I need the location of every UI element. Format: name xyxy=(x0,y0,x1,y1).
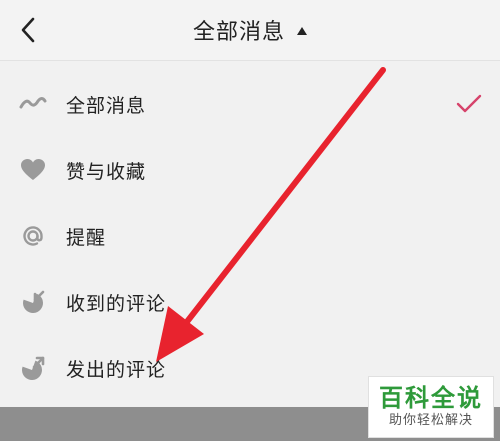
message-filter-menu: 全部消息 赞与收藏 提醒 收到的评论 发出的评论 xyxy=(0,61,500,406)
comment-sent-icon xyxy=(18,353,48,383)
watermark-title: 百科全说 xyxy=(379,384,483,412)
menu-item-mentions[interactable]: 提醒 xyxy=(0,203,500,269)
title-dropdown[interactable]: 全部消息 xyxy=(0,10,500,50)
watermark-logo: 百科全说 助你轻松解决 xyxy=(368,376,494,438)
watermark-subtitle: 助你轻松解决 xyxy=(388,413,473,428)
at-icon xyxy=(18,221,48,251)
menu-item-likes-favorites[interactable]: 赞与收藏 xyxy=(0,137,500,203)
caret-up-icon xyxy=(297,27,307,35)
menu-item-label: 全部消息 xyxy=(66,94,147,117)
page-title: 全部消息 xyxy=(192,20,285,45)
heart-icon xyxy=(18,155,48,185)
menu-item-label: 赞与收藏 xyxy=(66,160,147,183)
menu-item-received-comments[interactable]: 收到的评论 xyxy=(0,269,500,335)
menu-item-label: 提醒 xyxy=(66,226,107,249)
menu-item-label: 发出的评论 xyxy=(66,358,167,381)
menu-item-all-messages[interactable]: 全部消息 xyxy=(0,71,500,137)
comment-received-icon xyxy=(18,287,48,317)
menu-item-label: 收到的评论 xyxy=(66,292,167,315)
top-bar: 全部消息 xyxy=(0,0,500,61)
wave-icon xyxy=(18,89,48,119)
check-icon xyxy=(456,94,482,113)
